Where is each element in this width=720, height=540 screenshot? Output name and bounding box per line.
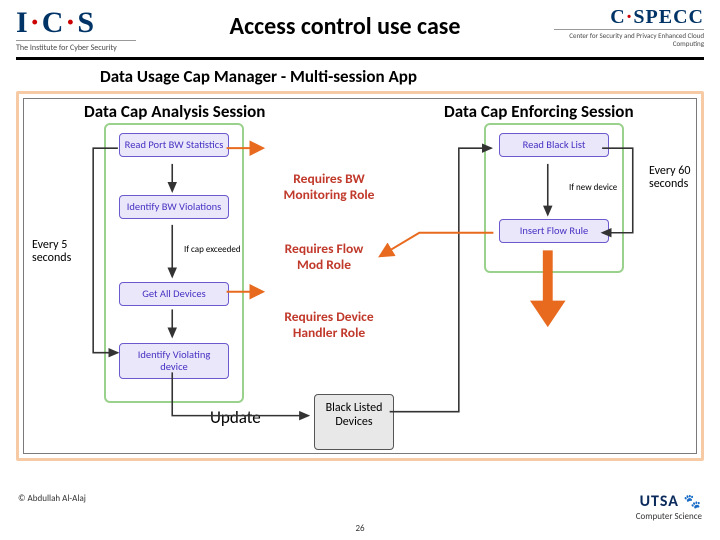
- label-requires-bw-monitoring: Requires BW Monitoring Role: [274, 171, 384, 203]
- step-get-all-devices: Get All Devices: [119, 282, 229, 306]
- ics-logo: I·C·S The Institute for Cyber Security: [16, 6, 136, 53]
- diagram-canvas: Data Cap Analysis Session Data Cap Enfor…: [23, 98, 697, 454]
- utsa-logo: UTSA 🐾 Computer Science: [636, 492, 702, 522]
- label-if-new-device: If new device: [569, 183, 617, 193]
- step-identify-bw-violations: Identify BW Violations: [119, 195, 229, 219]
- cspecc-logo: C·SPECC Center for Security and Privacy …: [554, 6, 704, 47]
- step-insert-flow-rule: Insert Flow Rule: [499, 219, 609, 243]
- utsa-subtitle: Computer Science: [636, 511, 702, 522]
- label-every-5-seconds: Every 5 seconds: [32, 239, 92, 265]
- label-every-60-seconds: Every 60 seconds: [649, 165, 709, 191]
- title-divider: [16, 57, 704, 60]
- label-update: Update: [210, 409, 261, 428]
- diagram-border-outer: Data Cap Analysis Session Data Cap Enfor…: [16, 91, 704, 461]
- step-identify-violating-device: Identify Violating device: [119, 343, 229, 379]
- analysis-session-title: Data Cap Analysis Session: [84, 101, 265, 122]
- step-read-port-bw: Read Port BW Statistics: [119, 133, 229, 157]
- label-requires-device-handler: Requires Device Handler Role: [274, 309, 384, 341]
- page-number: 26: [0, 523, 720, 534]
- step-read-black-list: Read Black List: [499, 133, 609, 157]
- cspecc-logo-subtitle: Center for Security and Privacy Enhanced…: [554, 29, 704, 47]
- label-requires-flow-mod: Requires Flow Mod Role: [274, 241, 374, 273]
- ics-logo-subtitle: The Institute for Cyber Security: [16, 40, 136, 53]
- blacklist-devices-box: Black Listed Devices: [314, 394, 394, 450]
- slide-title: Access control use case: [136, 6, 554, 41]
- copyright-text: © Abdullah Al-Alaj: [18, 493, 86, 504]
- enforce-session-title: Data Cap Enforcing Session: [444, 101, 634, 122]
- label-if-cap-exceeded: If cap exceeded: [184, 245, 241, 255]
- slide-subtitle: Data Usage Cap Manager - Multi-session A…: [100, 66, 720, 87]
